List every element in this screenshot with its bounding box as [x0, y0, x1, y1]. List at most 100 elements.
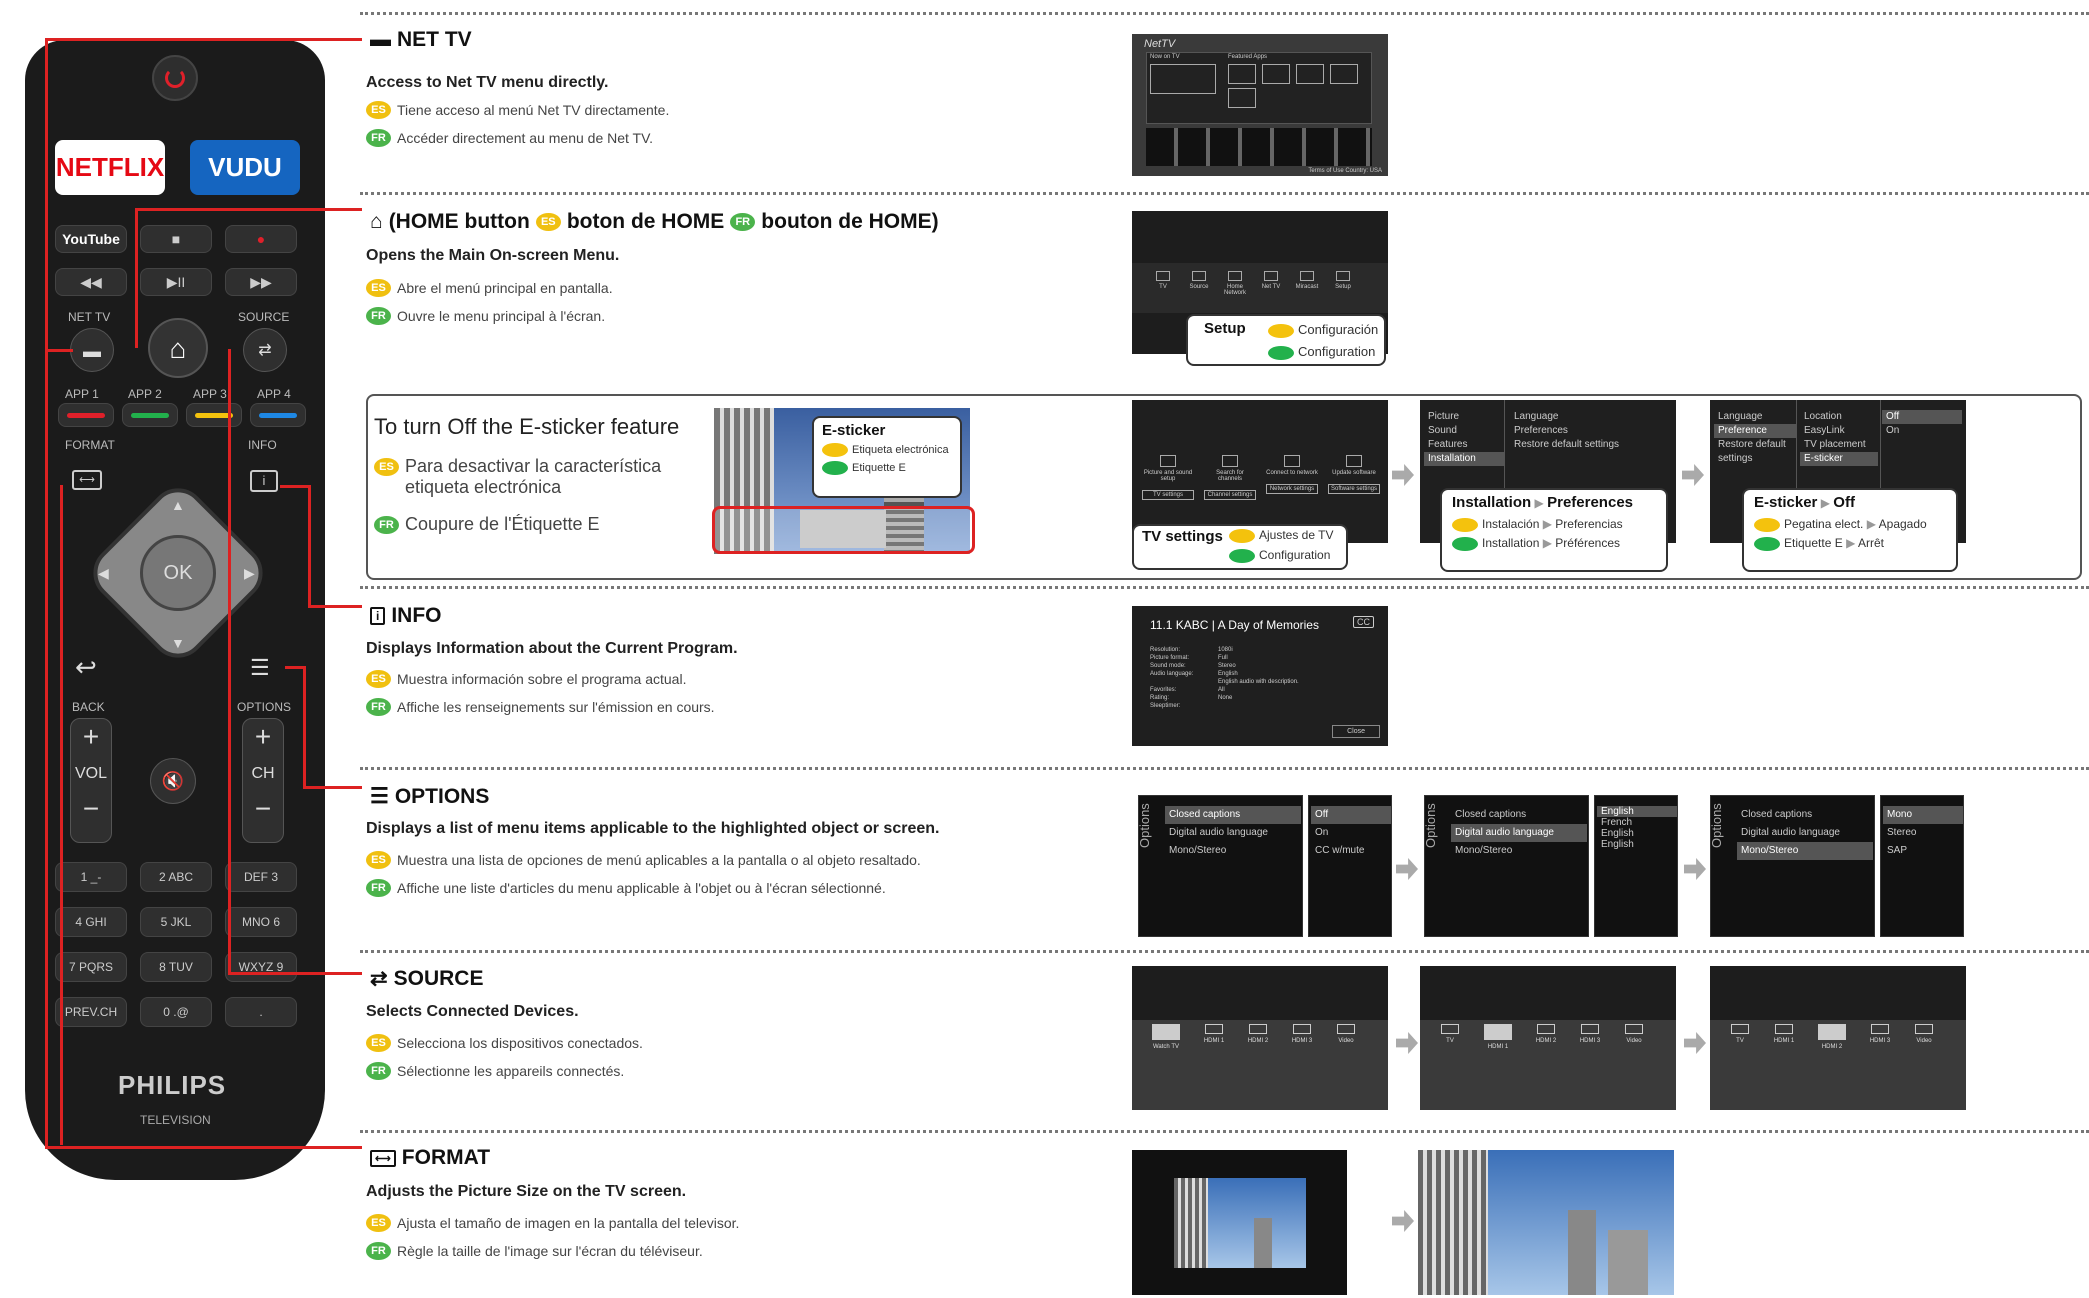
green-button[interactable]	[122, 403, 178, 427]
source-input-item: Video	[1330, 1024, 1362, 1050]
home-menu-item: Source	[1186, 271, 1212, 296]
esticker-callout: E-sticker Etiqueta electrónica Etiquette…	[812, 416, 962, 498]
keypad-key[interactable]: 4 GHI	[55, 907, 127, 937]
connector-line	[135, 208, 138, 348]
source-icon: ⇄	[370, 967, 388, 990]
section-divider	[360, 586, 2089, 589]
volume-rocker[interactable]: + VOL −	[70, 718, 112, 843]
mute-button[interactable]: 🔇	[150, 758, 196, 804]
play-pause-button[interactable]: ▶II	[140, 268, 212, 296]
power-icon	[165, 68, 185, 88]
back-label: BACK	[72, 700, 105, 714]
info-es: ES Muestra información sobre el programa …	[366, 670, 686, 688]
info-label: INFO	[248, 438, 277, 452]
options-es: ES Muestra una lista de opciones de menú …	[366, 851, 921, 869]
keypad-key[interactable]: WXYZ 9	[225, 952, 297, 982]
options-values-panel: English French English English	[1594, 795, 1678, 937]
source-input-item: HDMI 1	[1768, 1024, 1800, 1050]
ok-button[interactable]: OK	[140, 535, 216, 611]
connector-line	[45, 1146, 362, 1149]
options-label: OPTIONS	[237, 700, 292, 714]
power-button[interactable]	[152, 55, 198, 101]
step3-callout: E-sticker ▶ Off Pegatina elect. ▶ Apagad…	[1742, 488, 1958, 572]
menu-item: Picture	[1428, 411, 1460, 422]
format-button[interactable]: ⟷	[72, 470, 102, 490]
keypad-key[interactable]: 8 TUV	[140, 952, 212, 982]
section-divider	[360, 1130, 2089, 1133]
ch-label: CH	[251, 765, 275, 782]
home-menu-item: Home Network	[1222, 271, 1248, 296]
home-es: ES Abre el menú principal en pantalla.	[366, 279, 613, 297]
keypad-key[interactable]: 7 PQRS	[55, 952, 127, 982]
rewind-button[interactable]: ◀◀	[55, 268, 127, 296]
keypad-key[interactable]: DEF 3	[225, 862, 297, 892]
vudu-button[interactable]: VUDU	[190, 140, 300, 195]
menu-item: Restore default settings	[1718, 439, 1786, 464]
back-button[interactable]: ↩	[75, 652, 97, 683]
menu-item: Features	[1428, 439, 1468, 450]
menu-item: Language	[1514, 411, 1559, 422]
forward-button[interactable]: ▶▶	[225, 268, 297, 296]
options-button[interactable]: ☰	[250, 655, 270, 681]
keypad-key[interactable]: PREV.CH	[55, 997, 127, 1027]
info-button[interactable]: i	[250, 470, 278, 492]
format-screen-before	[1132, 1150, 1347, 1295]
keypad-key[interactable]: 5 JKL	[140, 907, 212, 937]
menu-item: Language	[1718, 411, 1763, 422]
menu-item: Preference	[1714, 424, 1796, 438]
format-icon: ⟷	[370, 1149, 396, 1167]
keypad-key[interactable]: .	[225, 997, 297, 1027]
format-label: FORMAT	[65, 438, 115, 452]
info-row: Favorites: All	[1150, 687, 1225, 693]
keypad-key[interactable]: 2 ABC	[140, 862, 212, 892]
home-menu-item: Miracast	[1294, 271, 1320, 296]
menu-item: Installation	[1424, 452, 1504, 466]
blue-button[interactable]	[250, 403, 306, 427]
menu-item: Location	[1804, 411, 1842, 422]
keypad-key[interactable]: 0 .@	[140, 997, 212, 1027]
section-divider	[360, 950, 2089, 953]
source-input-item: HDMI 1	[1198, 1024, 1230, 1050]
app2-label: APP 2	[128, 387, 162, 401]
options-title: ☰ OPTIONS	[370, 784, 490, 809]
yellow-button[interactable]	[186, 403, 242, 427]
connector-line	[280, 485, 310, 488]
section-divider	[360, 192, 2089, 195]
stop-button[interactable]: ■	[140, 225, 212, 253]
nettv-title: ▬ NET TV	[370, 28, 472, 51]
nettv-button[interactable]: ▬	[70, 328, 114, 372]
connector-line	[303, 666, 306, 788]
source-button[interactable]: ⇄	[243, 328, 287, 372]
source-input-item: HDMI 1	[1478, 1024, 1518, 1050]
source-es: ES Selecciona los dispositivos conectados…	[366, 1034, 643, 1052]
source-input-item: Watch TV	[1146, 1024, 1186, 1050]
netflix-button[interactable]: NETFLIX	[55, 140, 165, 195]
home-title: ⌂ (HOME button ES boton de HOME FR bouto…	[370, 210, 939, 233]
setup-menu-item: Connect to network Network settings	[1266, 455, 1318, 500]
channel-rocker[interactable]: + CH −	[242, 718, 284, 843]
right-arrow-icon: ▶	[244, 565, 255, 581]
red-button[interactable]	[58, 403, 114, 427]
source-screen: TV HDMI 1 HDMI 2 HDMI 3 Video	[1420, 966, 1676, 1110]
youtube-button[interactable]: YouTube	[55, 225, 127, 253]
setup-screen: Picture and sound setup TV settings Search…	[1132, 400, 1388, 543]
info-row: Sleeptimer:	[1150, 703, 1181, 709]
nettv-label: NET TV	[68, 310, 111, 324]
home-button[interactable]: ⌂	[148, 318, 208, 378]
record-button[interactable]: ●	[225, 225, 297, 253]
keypad-key[interactable]: 1 _-	[55, 862, 127, 892]
source-input-item: HDMI 2	[1812, 1024, 1852, 1050]
setup-menu-item: Update software Software settings	[1328, 455, 1380, 500]
brand-sub: TELEVISION	[140, 1113, 211, 1127]
source-screen: TV HDMI 1 HDMI 2 HDMI 3 Video	[1710, 966, 1966, 1110]
keypad-key[interactable]: MNO 6	[225, 907, 297, 937]
connector-line	[308, 485, 311, 607]
step1-callout: TV settings Ajustes de TV Configuration	[1132, 524, 1348, 570]
info-row: Sound mode: Stereo	[1150, 663, 1236, 669]
step-arrow-icon	[1396, 858, 1418, 880]
format-screen-after	[1418, 1150, 1674, 1295]
options-icon: ☰	[370, 785, 389, 808]
app3-label: APP 3	[193, 387, 227, 401]
options-panel: Options Closed captions Digital audio lang…	[1137, 795, 1303, 937]
nettv-screen: NetTV Now on TV Featured Apps Terms of U…	[1132, 34, 1388, 176]
